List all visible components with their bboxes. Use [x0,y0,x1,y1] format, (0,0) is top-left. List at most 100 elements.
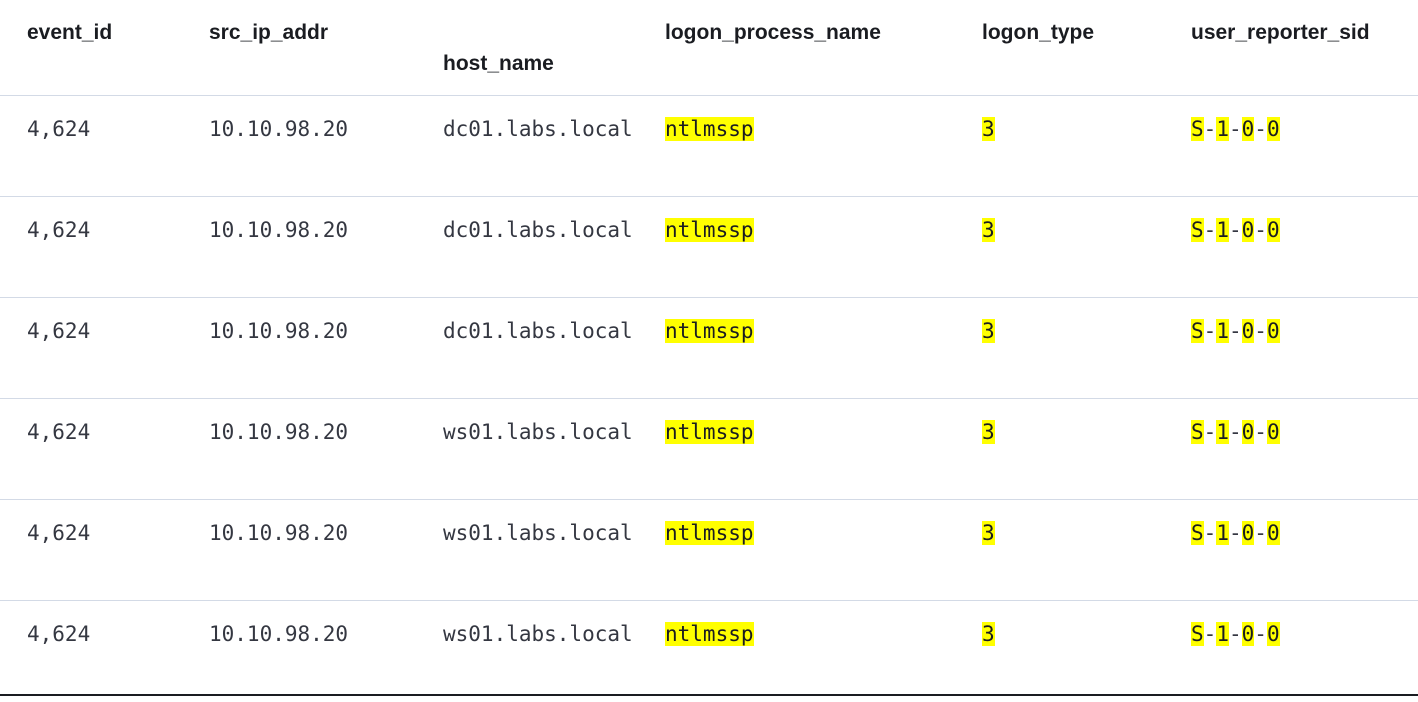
cell-user-reporter-sid: S-1-0-0 [1191,518,1280,549]
table-row: 4,624 10.10.98.20 ws01.labs.local ntlmss… [0,601,1418,702]
highlight-match: 3 [982,521,995,545]
highlight-match: 0 [1266,521,1280,545]
cell-host-name: dc01.labs.local [443,117,633,141]
cell-logon-process-name: ntlmssp [665,518,754,549]
cell-user-reporter-sid: S-1-0-0 [1191,619,1280,650]
column-header-user-reporter-sid[interactable]: user_reporter_sid [1191,21,1370,45]
sid-separator: - [1254,521,1267,545]
highlight-match: 0 [1241,319,1255,343]
highlight-match: 3 [982,218,995,242]
highlight-match: 0 [1241,622,1255,646]
table-row: 4,624 10.10.98.20 ws01.labs.local ntlmss… [0,500,1418,601]
sid-separator: - [1228,319,1242,343]
highlight-match: 0 [1266,117,1280,141]
highlight-match: ntlmssp [665,521,754,545]
sid-separator: - [1203,521,1217,545]
highlight-match: 0 [1266,319,1280,343]
column-header-logon-process-name[interactable]: logon_process_name [665,21,881,45]
table-row: 4,624 10.10.98.20 ws01.labs.local ntlmss… [0,399,1418,500]
cell-src-ip-addr: 10.10.98.20 [209,218,349,242]
highlight-match: 0 [1266,420,1280,444]
cell-src-ip-addr: 10.10.98.20 [209,420,349,444]
highlight-match: 1 [1216,218,1229,242]
cell-event-id: 4,624 [27,622,91,646]
highlight-match: 1 [1216,622,1229,646]
sid-separator: - [1203,218,1217,242]
sid-separator: - [1203,319,1217,343]
column-header-src-ip-addr[interactable]: src_ip_addr [209,21,328,45]
sid-separator: - [1203,622,1217,646]
sid-separator: - [1228,622,1242,646]
highlight-match: 3 [982,117,995,141]
sid-separator: - [1254,218,1267,242]
cell-src-ip-addr: 10.10.98.20 [209,521,349,545]
cell-host-name: dc01.labs.local [443,319,633,343]
cell-src-ip-addr: 10.10.98.20 [209,117,349,141]
cell-user-reporter-sid: S-1-0-0 [1191,114,1280,145]
highlight-match: 1 [1216,521,1229,545]
highlight-match: 1 [1216,420,1229,444]
table-row: 4,624 10.10.98.20 dc01.labs.local ntlmss… [0,96,1418,197]
cell-logon-process-name: ntlmssp [665,316,754,347]
highlight-match: S [1191,420,1204,444]
highlight-match: 1 [1216,117,1229,141]
sid-separator: - [1203,117,1217,141]
sid-separator: - [1254,117,1267,141]
cell-event-id: 4,624 [27,420,91,444]
cell-logon-type: 3 [982,518,995,549]
sid-separator: - [1203,420,1217,444]
table-row: 4,624 10.10.98.20 dc01.labs.local ntlmss… [0,197,1418,298]
highlight-match: S [1191,117,1204,141]
cell-event-id: 4,624 [27,319,91,343]
sid-separator: - [1254,319,1267,343]
sid-separator: - [1228,218,1242,242]
cell-logon-process-name: ntlmssp [665,215,754,246]
cell-src-ip-addr: 10.10.98.20 [209,319,349,343]
highlight-match: S [1191,319,1204,343]
cell-event-id: 4,624 [27,117,91,141]
cell-logon-type: 3 [982,215,995,246]
sid-separator: - [1254,622,1267,646]
highlight-match: 3 [982,622,995,646]
highlight-match: ntlmssp [665,117,754,141]
cell-event-id: 4,624 [27,218,91,242]
highlight-match: 0 [1241,420,1255,444]
cell-host-name: dc01.labs.local [443,218,633,242]
cell-user-reporter-sid: S-1-0-0 [1191,417,1280,448]
highlight-match: ntlmssp [665,420,754,444]
table-row: 4,624 10.10.98.20 dc01.labs.local ntlmss… [0,298,1418,399]
highlight-match: S [1191,218,1204,242]
cell-host-name: ws01.labs.local [443,521,633,545]
cell-host-name: ws01.labs.local [443,622,633,646]
highlight-match: ntlmssp [665,622,754,646]
sid-separator: - [1228,420,1242,444]
cell-logon-type: 3 [982,619,995,650]
sid-separator: - [1228,117,1242,141]
sid-separator: - [1254,420,1267,444]
highlight-match: 0 [1266,622,1280,646]
highlight-match: 3 [982,319,995,343]
highlight-match: ntlmssp [665,218,754,242]
cell-logon-process-name: ntlmssp [665,619,754,650]
highlight-match: ntlmssp [665,319,754,343]
cell-logon-type: 3 [982,417,995,448]
highlight-match: 1 [1216,319,1229,343]
highlight-match: S [1191,521,1204,545]
results-table: event_id src_ip_addr host_name logon_pro… [0,0,1418,696]
cell-user-reporter-sid: S-1-0-0 [1191,215,1280,246]
highlight-match: 0 [1241,218,1255,242]
highlight-match: S [1191,622,1204,646]
column-header-event-id[interactable]: event_id [27,21,112,45]
column-header-host-name[interactable]: host_name [443,52,554,76]
highlight-match: 0 [1241,117,1255,141]
column-header-logon-type[interactable]: logon_type [982,21,1094,45]
cell-user-reporter-sid: S-1-0-0 [1191,316,1280,347]
sid-separator: - [1228,521,1242,545]
cell-logon-process-name: ntlmssp [665,114,754,145]
cell-src-ip-addr: 10.10.98.20 [209,622,349,646]
cell-host-name: ws01.labs.local [443,420,633,444]
table-header: event_id src_ip_addr host_name logon_pro… [0,0,1418,96]
highlight-match: 0 [1241,521,1255,545]
cell-logon-type: 3 [982,114,995,145]
cell-event-id: 4,624 [27,521,91,545]
